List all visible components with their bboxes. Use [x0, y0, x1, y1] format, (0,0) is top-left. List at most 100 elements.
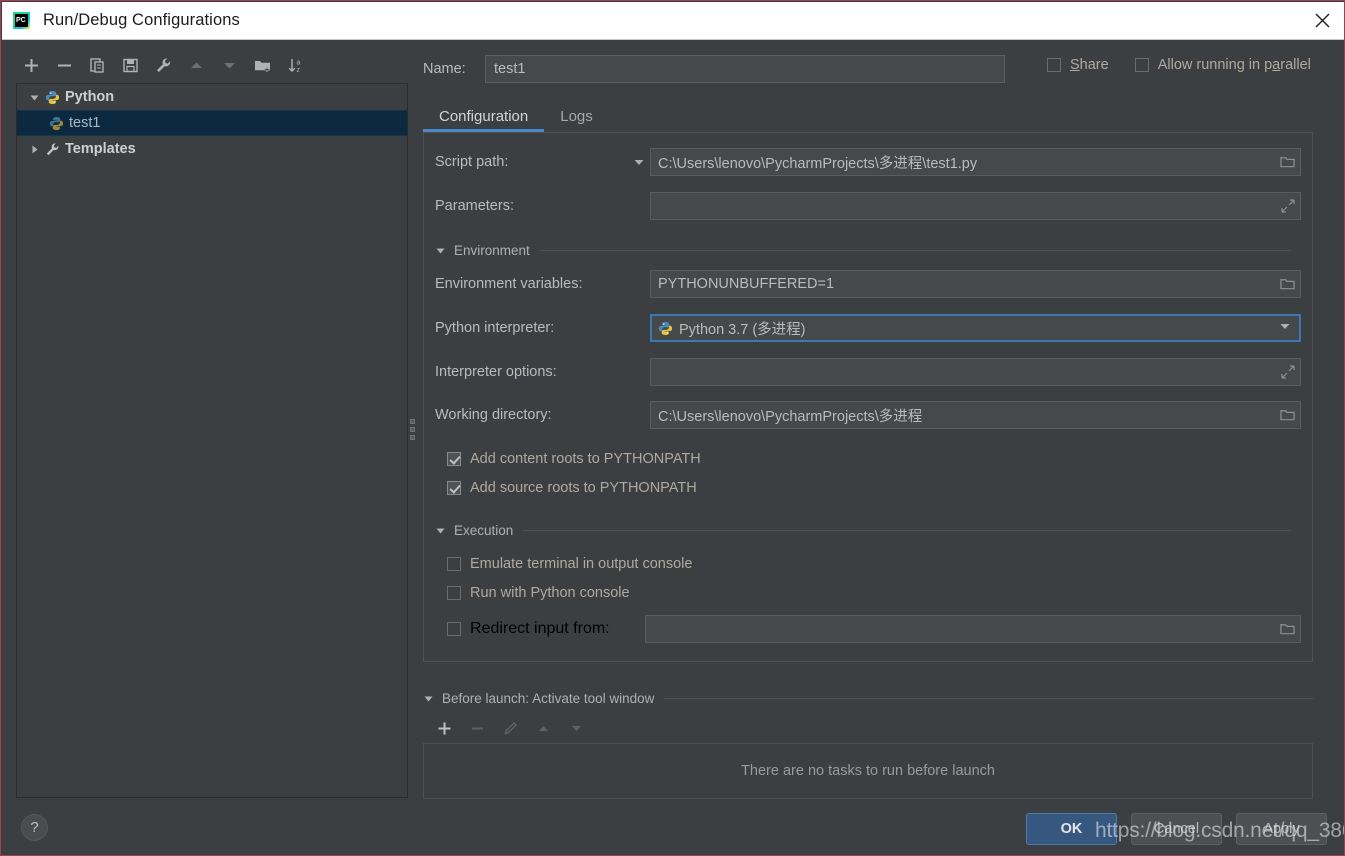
triangle-right-icon[interactable] — [25, 144, 43, 155]
redirect-input-checkbox-box[interactable] — [447, 622, 461, 636]
run-with-python-console-checkbox[interactable]: Run with Python console — [447, 585, 630, 601]
environment-variables-label: Environment variables: — [435, 276, 628, 292]
python-icon — [658, 321, 673, 336]
wrench-icon[interactable] — [147, 50, 180, 80]
move-up-button[interactable] — [180, 50, 213, 80]
before-launch-task-list[interactable]: There are no tasks to run before launch — [423, 743, 1313, 799]
triangle-down-icon[interactable] — [435, 525, 446, 536]
interpreter-options-row: Interpreter options: — [435, 357, 1301, 387]
environment-variables-row: Environment variables: PYTHONUNBUFFERED=… — [435, 269, 1301, 299]
triangle-down-icon[interactable] — [25, 92, 43, 103]
add-task-button[interactable] — [428, 714, 461, 742]
environment-variables-input[interactable]: PYTHONUNBUFFERED=1 — [650, 270, 1301, 298]
triangle-down-icon[interactable] — [423, 693, 434, 704]
move-down-button[interactable] — [213, 50, 246, 80]
redirect-input-checkbox[interactable]: Redirect input from: — [435, 620, 623, 638]
configuration-options: Share Allow running in parallel — [1047, 57, 1311, 73]
add-source-roots-checkbox[interactable]: Add source roots to PYTHONPATH — [447, 480, 697, 496]
name-input[interactable] — [485, 55, 1005, 83]
name-label: Name: — [423, 61, 485, 77]
ok-button[interactable]: OK — [1026, 813, 1117, 845]
environment-section-header[interactable]: Environment — [435, 243, 1291, 258]
working-directory-label: Working directory: — [435, 407, 628, 423]
python-interpreter-dropdown[interactable]: Python 3.7 (多进程) — [650, 314, 1301, 342]
folder-browse-icon[interactable] — [1280, 408, 1295, 422]
run-with-python-console-checkbox-box[interactable] — [447, 586, 461, 600]
allow-parallel-checkbox-box[interactable] — [1135, 58, 1149, 72]
tab-logs[interactable]: Logs — [544, 101, 609, 132]
add-content-roots-checkbox-box[interactable] — [447, 452, 461, 466]
save-configuration-button[interactable] — [114, 50, 147, 80]
expand-editor-icon[interactable] — [1281, 365, 1295, 379]
emulate-terminal-checkbox[interactable]: Emulate terminal in output console — [447, 556, 692, 572]
page-title: Run/Debug Configurations — [43, 11, 240, 30]
chevron-down-icon[interactable] — [1279, 320, 1291, 336]
add-configuration-button[interactable] — [15, 50, 48, 80]
copy-configuration-button[interactable] — [81, 50, 114, 80]
emulate-terminal-label: Emulate terminal in output console — [470, 556, 692, 572]
help-button[interactable]: ? — [21, 814, 48, 841]
pencil-icon[interactable] — [494, 714, 527, 742]
panel-splitter-handle[interactable] — [408, 413, 416, 445]
folder-browse-icon[interactable] — [1280, 155, 1295, 169]
move-task-down-button[interactable] — [560, 714, 593, 742]
move-task-up-button[interactable] — [527, 714, 560, 742]
script-path-mode-dropdown-icon[interactable] — [628, 156, 650, 168]
splitter-dot — [410, 419, 415, 424]
execution-section-title: Execution — [454, 523, 513, 538]
sort-configurations-button[interactable]: a z — [279, 50, 312, 80]
allow-parallel-checkbox-label: Allow running in parallel — [1158, 57, 1311, 73]
before-launch-empty-message: There are no tasks to run before launch — [741, 763, 995, 779]
add-source-roots-checkbox-box[interactable] — [447, 481, 461, 495]
configurations-toolbar: a z — [15, 49, 315, 81]
add-source-roots-label: Add source roots to PYTHONPATH — [470, 480, 697, 496]
environment-section-title: Environment — [454, 243, 530, 258]
remove-task-button[interactable] — [461, 714, 494, 742]
create-folder-button[interactable] — [246, 50, 279, 80]
tree-node-test1[interactable]: test1 — [17, 110, 407, 136]
section-divider — [540, 250, 1291, 251]
section-divider — [523, 530, 1291, 531]
pycharm-logo-icon: PC — [13, 12, 30, 29]
working-directory-row: Working directory: C:\Users\lenovo\Pycha… — [435, 400, 1301, 430]
emulate-terminal-checkbox-box[interactable] — [447, 557, 461, 571]
splitter-dot — [410, 427, 415, 432]
script-path-input[interactable]: C:\Users\lenovo\PycharmProjects\多进程\test… — [650, 148, 1301, 176]
tree-node-templates[interactable]: Templates — [17, 136, 407, 162]
redirect-input-row: Redirect input from: — [435, 614, 1301, 644]
splitter-dot — [410, 435, 415, 440]
close-icon[interactable] — [1299, 2, 1345, 38]
python-interpreter-row: Python interpreter: Python 3.7 (多进程) — [435, 313, 1301, 343]
share-checkbox-box[interactable] — [1047, 58, 1061, 72]
python-interpreter-value: Python 3.7 (多进程) — [679, 318, 806, 339]
configuration-tabs: Configuration Logs — [423, 99, 609, 132]
expand-editor-icon[interactable] — [1281, 199, 1295, 213]
tree-node-label: Python — [65, 89, 114, 105]
tree-node-label: test1 — [69, 115, 100, 131]
title-bar: PC Run/Debug Configurations — [2, 2, 1345, 40]
apply-button[interactable]: Apply — [1236, 813, 1327, 845]
folder-browse-icon[interactable] — [1280, 622, 1295, 636]
environment-variables-value: PYTHONUNBUFFERED=1 — [658, 276, 834, 292]
tree-node-python[interactable]: Python — [17, 84, 407, 110]
python-file-icon — [47, 115, 65, 131]
cancel-button[interactable]: Cancel — [1131, 813, 1222, 845]
triangle-down-icon[interactable] — [435, 245, 446, 256]
tree-node-label: Templates — [65, 141, 136, 157]
add-content-roots-checkbox[interactable]: Add content roots to PYTHONPATH — [447, 451, 701, 467]
share-checkbox[interactable]: Share — [1047, 57, 1109, 73]
allow-parallel-checkbox[interactable]: Allow running in parallel — [1135, 57, 1311, 73]
folder-browse-icon[interactable] — [1280, 277, 1295, 291]
run-debug-configurations-dialog: PC Run/Debug Configurations — [0, 0, 1345, 856]
add-content-roots-label: Add content roots to PYTHONPATH — [470, 451, 701, 467]
redirect-input-field[interactable] — [645, 615, 1301, 643]
interpreter-options-input[interactable] — [650, 358, 1301, 386]
before-launch-section-header[interactable]: Before launch: Activate tool window — [423, 691, 1313, 706]
parameters-input[interactable] — [650, 192, 1301, 220]
section-divider — [664, 698, 1313, 699]
tab-configuration[interactable]: Configuration — [423, 101, 544, 132]
working-directory-input[interactable]: C:\Users\lenovo\PycharmProjects\多进程 — [650, 401, 1301, 429]
remove-configuration-button[interactable] — [48, 50, 81, 80]
svg-text:a: a — [296, 59, 300, 66]
execution-section-header[interactable]: Execution — [435, 523, 1291, 538]
